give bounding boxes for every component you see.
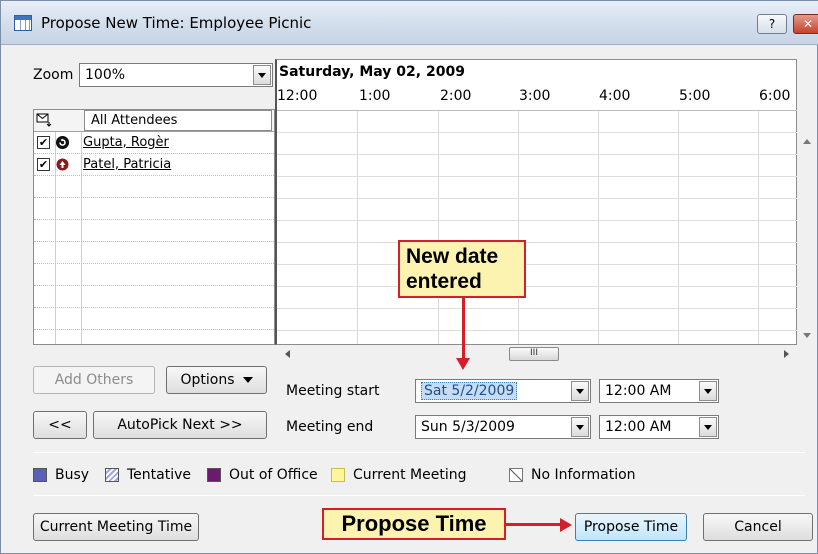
organizer-icon bbox=[56, 136, 69, 149]
legend-current-meeting: Current Meeting bbox=[353, 467, 467, 483]
empty-attendee-row[interactable] bbox=[34, 198, 274, 220]
scroll-thumb[interactable]: III bbox=[509, 347, 559, 361]
autopick-previous-button[interactable]: << bbox=[33, 411, 87, 439]
legend-no-information: No Information bbox=[531, 467, 636, 483]
meeting-start-time-value: 12:00 AM bbox=[605, 383, 672, 399]
close-button[interactable]: ✕ bbox=[793, 14, 818, 34]
schedule-grid[interactable]: Saturday, May 02, 2009 12:00 1:00 2:00 3… bbox=[275, 59, 797, 345]
chevron-down-icon[interactable] bbox=[571, 417, 589, 437]
schedule-grid-body[interactable] bbox=[277, 110, 797, 344]
no-information-swatch bbox=[509, 468, 523, 482]
callout-arrowhead-icon bbox=[560, 518, 572, 532]
calendar-icon bbox=[14, 15, 32, 31]
required-attendee-icon bbox=[56, 158, 69, 171]
new-date-callout: New date entered bbox=[398, 240, 526, 298]
chevron-down-icon[interactable] bbox=[253, 65, 271, 85]
time-label: 2:00 bbox=[440, 88, 472, 104]
meeting-start-date-field[interactable]: Sat 5/2/2009 bbox=[415, 379, 591, 403]
zoom-label: Zoom bbox=[33, 67, 74, 83]
envelope-icon bbox=[36, 113, 52, 127]
legend-tentative: Tentative bbox=[127, 467, 192, 483]
time-label: 5:00 bbox=[679, 88, 711, 104]
meeting-end-label: Meeting end bbox=[286, 419, 374, 435]
meeting-end-time-value: 12:00 AM bbox=[605, 419, 672, 435]
time-label: 3:00 bbox=[519, 88, 551, 104]
legend-out-of-office: Out of Office bbox=[229, 467, 318, 483]
zoom-select[interactable]: 100% bbox=[79, 63, 273, 87]
new-date-callout-line1: New date bbox=[406, 245, 499, 268]
meeting-end-date-value: Sun 5/3/2009 bbox=[421, 419, 515, 435]
zoom-value: 100% bbox=[85, 67, 126, 83]
meeting-start-time-field[interactable]: 12:00 AM bbox=[599, 379, 719, 403]
chevron-down-icon[interactable] bbox=[699, 417, 717, 437]
propose-time-callout-arrow bbox=[506, 523, 562, 526]
options-button[interactable]: Options bbox=[166, 366, 267, 394]
scroll-right-icon[interactable] bbox=[784, 350, 789, 358]
meeting-start-date-value: Sat 5/2/2009 bbox=[421, 382, 518, 400]
empty-attendee-row[interactable] bbox=[34, 242, 274, 264]
time-label: 12:00 bbox=[277, 88, 318, 104]
window-title: Propose New Time: Employee Picnic bbox=[41, 14, 312, 32]
empty-attendee-row[interactable] bbox=[34, 220, 274, 242]
tentative-swatch bbox=[105, 468, 119, 482]
attendee-list-header: All Attendees bbox=[34, 110, 274, 132]
attendee-name[interactable]: Gupta, Rogèr bbox=[83, 135, 169, 150]
legend-busy: Busy bbox=[55, 467, 90, 483]
empty-attendee-row[interactable] bbox=[34, 264, 274, 286]
horizontal-scrollbar[interactable]: III bbox=[277, 345, 797, 363]
scroll-up-icon[interactable] bbox=[803, 139, 811, 144]
propose-time-button[interactable]: Propose Time bbox=[575, 513, 687, 541]
options-label: Options bbox=[180, 372, 235, 388]
scroll-down-icon[interactable] bbox=[803, 333, 811, 338]
time-label: 6:00 bbox=[759, 88, 791, 104]
chevron-down-icon[interactable] bbox=[571, 381, 589, 401]
empty-attendee-row[interactable] bbox=[34, 308, 274, 330]
empty-attendee-row[interactable] bbox=[34, 286, 274, 308]
attendee-row: ✔ Gupta, Rogèr bbox=[34, 132, 274, 154]
all-attendees-header[interactable]: All Attendees bbox=[84, 110, 272, 131]
time-label: 4:00 bbox=[599, 88, 631, 104]
new-date-callout-arrow bbox=[462, 298, 465, 360]
attendee-list: All Attendees ✔ Gupta, Rogèr ✔ Patel, Pa… bbox=[33, 109, 275, 345]
cancel-button[interactable]: Cancel bbox=[703, 513, 813, 541]
chevron-down-icon bbox=[242, 377, 253, 383]
title-bar: Propose New Time: Employee Picnic ? ✕ bbox=[1, 1, 818, 45]
help-button[interactable]: ? bbox=[757, 14, 787, 34]
meeting-start-label: Meeting start bbox=[286, 383, 380, 399]
attendee-checkbox[interactable]: ✔ bbox=[37, 158, 50, 171]
current-meeting-swatch bbox=[331, 468, 345, 482]
chevron-down-icon[interactable] bbox=[699, 381, 717, 401]
attendee-row: ✔ Patel, Patricia bbox=[34, 154, 274, 176]
schedule-date: Saturday, May 02, 2009 bbox=[279, 64, 465, 80]
add-others-button[interactable]: Add Others bbox=[33, 366, 155, 394]
autopick-next-button[interactable]: AutoPick Next >> bbox=[93, 411, 267, 439]
out-of-office-swatch bbox=[207, 468, 221, 482]
vertical-scrollbar[interactable] bbox=[797, 109, 817, 345]
meeting-end-date-field[interactable]: Sun 5/3/2009 bbox=[415, 415, 591, 439]
current-meeting-time-button[interactable]: Current Meeting Time bbox=[33, 513, 199, 541]
scroll-left-icon[interactable] bbox=[285, 350, 290, 358]
time-label: 1:00 bbox=[359, 88, 391, 104]
busy-swatch bbox=[33, 468, 47, 482]
attendee-name[interactable]: Patel, Patricia bbox=[83, 157, 171, 172]
propose-time-callout: Propose Time bbox=[322, 508, 506, 540]
callout-arrowhead-icon bbox=[456, 358, 470, 370]
empty-attendee-row[interactable] bbox=[34, 176, 274, 198]
meeting-end-time-field[interactable]: 12:00 AM bbox=[599, 415, 719, 439]
attendee-checkbox[interactable]: ✔ bbox=[37, 136, 50, 149]
new-date-callout-line2: entered bbox=[406, 270, 482, 293]
